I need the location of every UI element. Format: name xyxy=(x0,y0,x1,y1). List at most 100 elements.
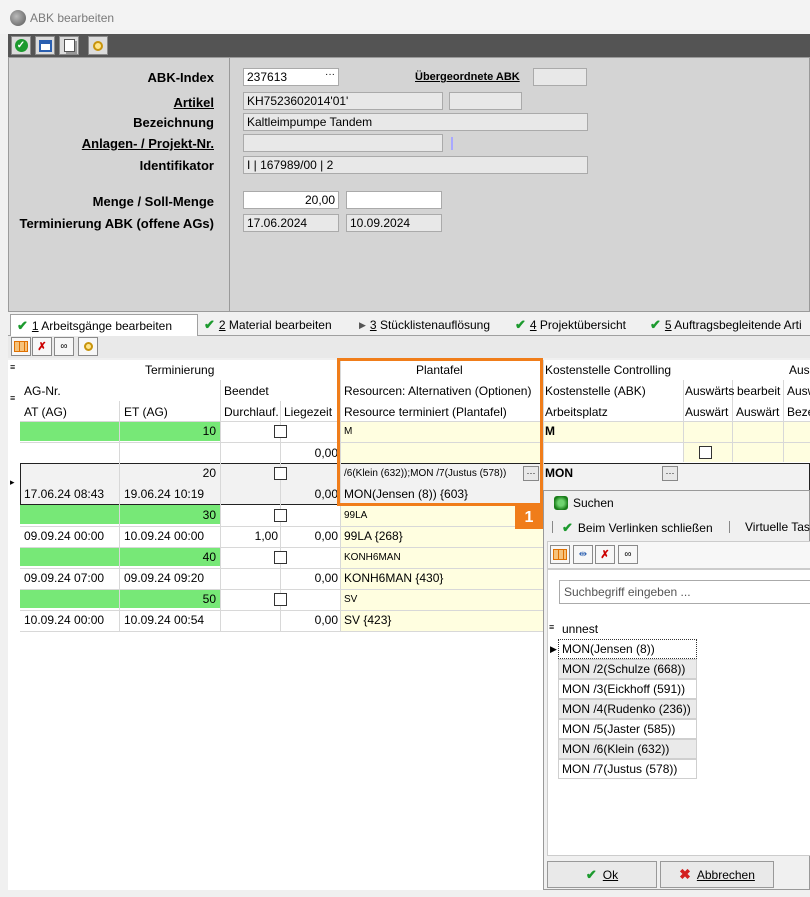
header-auswaert[interactable]: Auswärt xyxy=(683,405,732,419)
at-cell[interactable]: 10.09.24 00:00 xyxy=(22,613,106,627)
ag-nr-cell[interactable]: 30 xyxy=(22,508,218,522)
header-arbeitsplatz[interactable]: Arbeitsplatz xyxy=(543,405,610,419)
header-liegezeit[interactable]: Liegezeit xyxy=(282,405,340,419)
list-item[interactable]: MON /2(Schulze (668)) xyxy=(558,659,697,679)
resource-term-cell[interactable]: 99LA {268} xyxy=(342,529,405,543)
list-item[interactable]: MON /5(Jaster (585)) xyxy=(558,719,697,739)
at-cell[interactable]: 09.09.24 00:00 xyxy=(22,529,106,543)
tab-auftragsbegleitende[interactable]: ✔ 5 Auftragsbegleitende Arti xyxy=(650,314,802,336)
abk-index-lookup-button[interactable]: ··· xyxy=(325,69,335,80)
kst-column-bg xyxy=(543,421,683,443)
beendet-checkbox[interactable] xyxy=(274,593,287,606)
list-item[interactable]: MON(Jensen (8)) xyxy=(558,639,697,659)
header-auswaert-2[interactable]: Auswärt xyxy=(734,405,783,419)
resource-term-cell[interactable]: KONH6MAN {430} xyxy=(342,571,445,585)
header-ausw[interactable]: Ausw xyxy=(785,384,810,398)
beendet-checkbox[interactable] xyxy=(274,551,287,564)
anlagen-field[interactable] xyxy=(243,134,443,152)
resource-alt-cell[interactable]: SV xyxy=(342,594,359,605)
et-cell[interactable]: 10.09.24 00:54 xyxy=(122,613,206,627)
save-check-icon[interactable]: ✓ xyxy=(11,36,31,55)
uebergeordnete-abk-field[interactable] xyxy=(533,68,587,86)
header-terminierung[interactable]: Terminierung xyxy=(143,363,216,377)
at-cell[interactable]: 17.06.24 08:43 xyxy=(22,487,106,501)
column-menu-icon[interactable]: ≡ xyxy=(8,362,17,372)
document-icon[interactable] xyxy=(59,36,79,55)
identifikator-field[interactable]: I | 167989/00 | 2 xyxy=(243,156,588,174)
auswaerts-checkbox[interactable] xyxy=(699,446,712,459)
liegezeit-cell[interactable]: 0,00 xyxy=(280,613,340,627)
uebergeordnete-abk-link[interactable]: Übergeordnete ABK xyxy=(415,71,520,83)
kst-cell[interactable]: MON xyxy=(543,466,575,480)
columns-icon[interactable] xyxy=(11,337,31,356)
bezeichnung-field[interactable]: Kaltleimpumpe Tandem xyxy=(243,113,588,131)
termin-start-field[interactable]: 17.06.2024 xyxy=(243,214,339,232)
filter-clear-icon[interactable]: ✗ xyxy=(595,545,615,564)
window-icon[interactable] xyxy=(35,36,55,55)
tab-arbeitsgaenge[interactable]: ✔ 1 Arbeitsgänge bearbeiten xyxy=(10,314,198,337)
split-view-icon[interactable]: ⇹ xyxy=(573,545,593,564)
anlagen-link[interactable]: Anlagen- / Projekt-Nr. xyxy=(82,136,214,151)
columns-icon[interactable] xyxy=(550,545,570,564)
header-bearbeit[interactable]: bearbeit xyxy=(735,384,783,398)
ok-button[interactable]: ✔ Ok xyxy=(547,861,657,888)
beendet-checkbox[interactable] xyxy=(274,509,287,522)
header-beze[interactable]: Beze xyxy=(785,405,810,419)
header-kostenstelle-controlling[interactable]: Kostenstelle Controlling xyxy=(543,363,673,377)
header-auswaerts[interactable]: Auswärts xyxy=(683,384,736,398)
ag-nr-cell[interactable]: 50 xyxy=(22,592,218,606)
list-item[interactable]: MON /4(Rudenko (236)) xyxy=(558,699,697,719)
et-cell[interactable]: 19.06.24 10:19 xyxy=(122,487,206,501)
list-item[interactable]: MON /3(Eickhoff (591)) xyxy=(558,679,697,699)
ag-nr-cell[interactable]: 40 xyxy=(22,550,218,564)
et-cell[interactable]: 09.09.24 09:20 xyxy=(122,571,206,585)
beendet-checkbox[interactable] xyxy=(274,467,287,480)
artikel-field[interactable]: KH7523602014'01' xyxy=(243,92,443,110)
liegezeit-cell[interactable]: 0,00 xyxy=(280,571,340,585)
search-icon[interactable] xyxy=(88,36,108,55)
liegezeit-cell[interactable]: 0,00 xyxy=(280,529,340,543)
list-item[interactable]: MON /7(Justus (578)) xyxy=(558,759,697,779)
virtual-keyboard-option[interactable]: Virtuelle Tast xyxy=(745,520,810,534)
ag-nr-cell[interactable]: 20 xyxy=(22,466,218,480)
durchlauf-cell[interactable]: 1,00 xyxy=(220,529,280,543)
filter-clear-icon[interactable]: ✗ xyxy=(32,337,52,356)
header-at-ag[interactable]: AT (AG) xyxy=(22,405,69,419)
at-cell[interactable]: 09.09.24 07:00 xyxy=(22,571,106,585)
header-et-ag[interactable]: ET (AG) xyxy=(122,405,170,419)
header-ag-nr[interactable]: AG-Nr. xyxy=(22,384,63,398)
glasses-icon[interactable]: ∞ xyxy=(54,337,74,356)
cancel-button[interactable]: ✖ Abbrechen xyxy=(660,861,774,888)
resource-term-cell[interactable]: SV {423} xyxy=(342,613,393,627)
kst-cell[interactable]: M xyxy=(543,424,557,438)
search-icon[interactable] xyxy=(78,337,98,356)
header-aus-top[interactable]: Aus xyxy=(787,363,810,377)
column-menu-icon[interactable]: ≡ xyxy=(8,393,17,403)
search-input[interactable]: Suchbegriff eingeben ... xyxy=(559,580,810,604)
menge-field[interactable]: 20,00 xyxy=(243,191,339,209)
liegezeit-cell[interactable]: 0,00 xyxy=(280,446,340,460)
liegezeit-cell[interactable]: 0,00 xyxy=(280,487,340,501)
tab-stuecklisten[interactable]: ▶ 3 Stücklistenauflösung xyxy=(359,314,490,336)
ag-nr-cell[interactable]: 10 xyxy=(22,424,218,438)
glasses-icon[interactable]: ∞ xyxy=(618,545,638,564)
abk-index-field[interactable]: 237613 ··· xyxy=(243,68,339,86)
artikel-link[interactable]: Artikel xyxy=(174,95,214,110)
artikel-extra-field[interactable] xyxy=(449,92,522,110)
tab-projektuebersicht[interactable]: ✔ 4 Projektübersicht xyxy=(515,314,626,336)
resource-alt-cell[interactable]: KONH6MAN xyxy=(342,552,403,563)
et-cell[interactable]: 10.09.24 00:00 xyxy=(122,529,206,543)
beendet-checkbox[interactable] xyxy=(274,425,287,438)
soll-menge-field[interactable] xyxy=(346,191,442,209)
header-kostenstelle-abk[interactable]: Kostenstelle (ABK) xyxy=(543,384,648,398)
list-item[interactable]: MON /6(Klein (632)) xyxy=(558,739,697,759)
anlagen-marker xyxy=(451,137,453,150)
link-close-option[interactable]: ✔ Beim Verlinken schließen xyxy=(562,520,713,536)
row-pointer-icon: ▸ xyxy=(10,477,15,487)
termin-end-field[interactable]: 10.09.2024 xyxy=(346,214,442,232)
tab-material[interactable]: ✔ 2 Material bearbeiten xyxy=(204,314,332,336)
header-beendet[interactable]: Beendet xyxy=(222,384,271,398)
header-durchlauf[interactable]: Durchlauf. xyxy=(222,405,281,419)
kst-lookup-button[interactable]: ··· xyxy=(662,466,678,481)
resource-alt-cell[interactable]: 99LA xyxy=(342,510,369,521)
